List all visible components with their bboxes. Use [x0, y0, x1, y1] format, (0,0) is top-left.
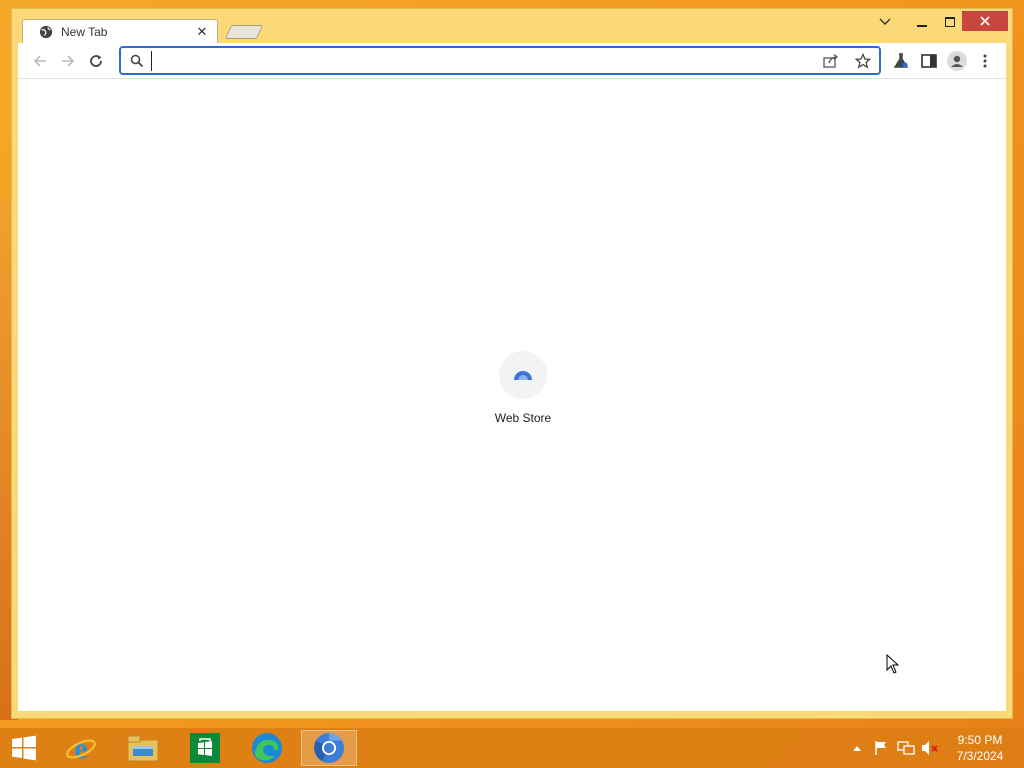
store-icon	[190, 733, 220, 763]
tab-close-icon[interactable]: ✕	[193, 24, 211, 40]
taskbar-chromium[interactable]	[301, 730, 357, 766]
volume-button[interactable]	[920, 738, 940, 758]
search-icon	[127, 52, 147, 70]
network-button[interactable]	[896, 738, 916, 758]
menu-button[interactable]	[973, 49, 997, 73]
action-center-button[interactable]	[871, 738, 891, 758]
clock-time: 9:50 PM	[957, 733, 1003, 747]
side-panel-button[interactable]	[917, 49, 941, 73]
taskbar-clock[interactable]: 9:50 PM 7/3/2024	[948, 732, 1012, 764]
kebab-menu-icon	[983, 54, 987, 68]
start-button[interactable]	[0, 730, 48, 766]
taskbar-internet-explorer[interactable]: e	[53, 730, 109, 766]
maximize-button[interactable]	[938, 11, 962, 33]
new-tab-page: Web Store	[18, 79, 1006, 711]
internet-explorer-icon: e	[66, 732, 96, 764]
windows-logo-icon	[12, 735, 36, 761]
caret-up-icon	[853, 746, 861, 751]
share-icon[interactable]	[821, 52, 841, 70]
reload-button[interactable]	[84, 49, 108, 73]
taskbar-store[interactable]	[177, 730, 233, 766]
flask-icon	[893, 53, 909, 68]
volume-muted-icon	[922, 741, 938, 755]
chromium-icon	[314, 733, 344, 763]
browser-window: New Tab ✕ Web Store	[11, 8, 1013, 719]
flag-icon	[875, 741, 886, 755]
show-hidden-icons-button[interactable]	[849, 738, 865, 758]
bookmark-star-icon[interactable]	[853, 52, 873, 70]
taskbar-file-explorer[interactable]	[115, 730, 171, 766]
new-tab-button[interactable]	[224, 25, 264, 39]
chevron-down-icon	[879, 18, 891, 25]
svg-text:e: e	[74, 732, 87, 764]
mouse-cursor-icon	[886, 654, 900, 674]
side-panel-icon	[921, 54, 937, 68]
minimize-button[interactable]	[910, 11, 934, 33]
browser-toolbar	[18, 43, 1006, 79]
profile-button[interactable]	[945, 49, 969, 73]
tab-search-button[interactable]	[875, 11, 895, 33]
close-icon	[980, 16, 990, 26]
web-store-icon	[514, 371, 532, 380]
shortcut-web-store[interactable]: Web Store	[468, 351, 578, 425]
file-explorer-icon	[127, 735, 159, 762]
taskbar-edge[interactable]	[239, 730, 295, 766]
close-window-button[interactable]	[962, 11, 1008, 31]
title-bar: New Tab ✕	[12, 9, 1012, 44]
forward-button[interactable]	[56, 49, 80, 73]
shortcut-icon-container	[499, 351, 547, 399]
forward-arrow-icon	[62, 55, 75, 67]
minimize-icon	[917, 25, 927, 27]
address-input[interactable]	[151, 51, 806, 71]
shortcut-label: Web Store	[494, 411, 552, 425]
omnibox[interactable]	[119, 46, 881, 75]
globe-icon	[39, 25, 53, 39]
taskbar: e 9:50 PM 7/3/2024	[0, 728, 1024, 768]
clock-date: 7/3/2024	[956, 749, 1004, 763]
labs-button[interactable]	[889, 49, 913, 73]
tab-title: New Tab	[61, 25, 108, 39]
reload-icon	[90, 55, 102, 67]
maximize-icon	[945, 17, 955, 27]
back-arrow-icon	[33, 55, 46, 67]
tab-new-tab[interactable]: New Tab ✕	[22, 19, 218, 44]
edge-icon	[252, 733, 282, 763]
network-icon	[897, 741, 915, 755]
back-button[interactable]	[28, 49, 52, 73]
avatar-icon	[947, 51, 967, 71]
